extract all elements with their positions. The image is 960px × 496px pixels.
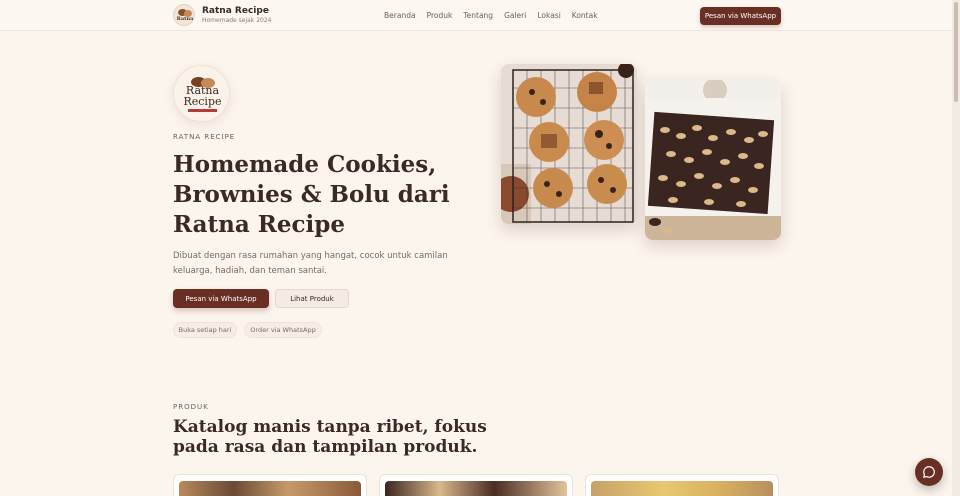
logo-text: Ratna: [176, 16, 194, 22]
product-image: [179, 481, 361, 496]
products-title: Katalog manis tanpa ribet, fokus pada ra…: [173, 417, 487, 457]
brownies-in-box-image: [645, 80, 781, 240]
product-image: [591, 481, 773, 496]
view-products-button[interactable]: Lihat Produk: [275, 289, 349, 308]
hero-logo: Ratna Recipe: [173, 65, 230, 122]
cookies-photo: [501, 64, 637, 224]
nav-link-tentang[interactable]: Tentang: [463, 11, 493, 20]
hero-whatsapp-button[interactable]: Pesan via WhatsApp: [173, 289, 269, 308]
scrollbar-thumb[interactable]: [954, 2, 958, 102]
product-card[interactable]: [585, 474, 779, 496]
nav-link-beranda[interactable]: Beranda: [384, 11, 416, 20]
nav-link-produk[interactable]: Produk: [427, 11, 453, 20]
header-whatsapp-button[interactable]: Pesan via WhatsApp: [700, 7, 781, 25]
products-eyebrow: PRODUK: [173, 403, 209, 411]
product-image: [385, 481, 567, 496]
hero-logo-text: Recipe: [183, 95, 222, 108]
cookies-on-rack-image: [501, 64, 637, 224]
nav-link-kontak[interactable]: Kontak: [572, 11, 598, 20]
logo-ribbon: [188, 109, 217, 112]
chat-bubble-icon: [923, 466, 935, 478]
badge-open-daily: Buka setiap hari: [173, 322, 237, 338]
nav-link-lokasi[interactable]: Lokasi: [537, 11, 560, 20]
main-nav: Beranda Produk Tentang Galeri Lokasi Kon…: [384, 11, 609, 20]
brownies-photo: [645, 80, 781, 240]
nav-link-galeri[interactable]: Galeri: [504, 11, 526, 20]
chat-button[interactable]: [915, 458, 943, 486]
badge-order-whatsapp: Order via WhatsApp: [244, 322, 322, 338]
brand-logo[interactable]: Ratna: [173, 4, 195, 26]
hero-subtitle: Dibuat dengan rasa rumahan yang hangat, …: [173, 251, 448, 276]
product-card[interactable]: [379, 474, 573, 496]
brand-name[interactable]: Ratna Recipe: [202, 6, 269, 16]
brand-tagline: Homemade sejak 2024: [202, 17, 272, 24]
hero-title: Homemade Cookies, Brownies & Bolu dari R…: [173, 151, 450, 238]
product-card[interactable]: [173, 474, 367, 496]
site-header: Ratna Ratna Recipe Homemade sejak 2024 B…: [0, 0, 952, 31]
hero-eyebrow: RATNA RECIPE: [173, 133, 236, 141]
